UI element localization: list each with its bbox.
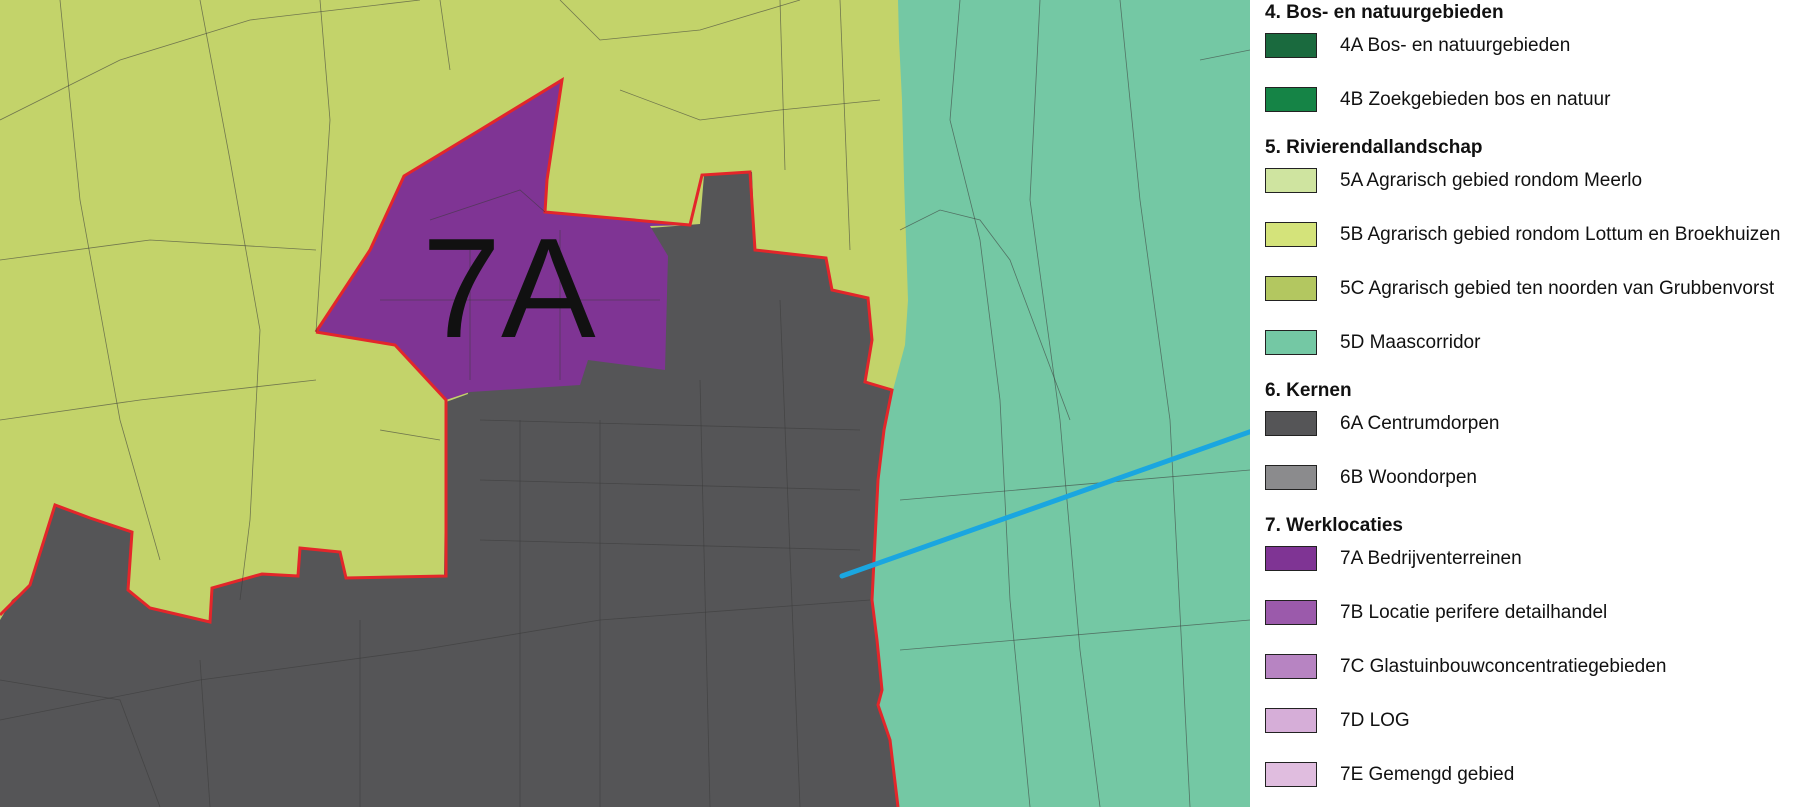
legend-label-7d: 7D LOG: [1340, 710, 1410, 731]
legend-swatch-4b: [1265, 87, 1317, 112]
legend-label-7c: 7C Glastuinbouwconcentratiegebieden: [1340, 656, 1667, 677]
legend-label-5c: 5C Agrarisch gebied ten noorden van Grub…: [1340, 278, 1775, 299]
legend-swatch-6b: [1265, 465, 1317, 490]
legend-swatch-5c: [1265, 276, 1317, 301]
legend-swatch-5b: [1265, 222, 1317, 247]
legend-label-4b: 4B Zoekgebieden bos en natuur: [1340, 89, 1611, 110]
legend-swatch-7e: [1265, 762, 1317, 787]
legend-label-5a: 5A Agrarisch gebied rondom Meerlo: [1340, 170, 1643, 191]
legend-label-7b: 7B Locatie perifere detailhandel: [1340, 602, 1608, 623]
legend-heading-4: 4. Bos- en natuurgebieden: [1265, 2, 1504, 23]
legend-heading-6: 6. Kernen: [1265, 380, 1352, 401]
legend-label-4a: 4A Bos- en natuurgebieden: [1340, 35, 1571, 56]
legend-panel: 4. Bos- en natuurgebieden 4A Bos- en nat…: [1250, 0, 1809, 807]
legend-swatch-5d: [1265, 330, 1317, 355]
legend-swatch-4a: [1265, 33, 1317, 58]
legend-swatch-7d: [1265, 708, 1317, 733]
zone-maascorridor: [872, 0, 1250, 807]
legend-label-7a: 7A Bedrijventerreinen: [1340, 548, 1522, 569]
legend-heading-7: 7. Werklocaties: [1265, 515, 1404, 536]
legend-label-5d: 5D Maascorridor: [1340, 332, 1481, 353]
zone-label-7a: 7A: [422, 209, 596, 368]
map-canvas: 7A: [0, 0, 1275, 808]
legend-label-6b: 6B Woondorpen: [1340, 467, 1477, 488]
legend-label-6a: 6A Centrumdorpen: [1340, 413, 1500, 434]
legend-label-7e: 7E Gemengd gebied: [1340, 764, 1515, 785]
legend-swatch-7c: [1265, 654, 1317, 679]
legend-label-5b: 5B Agrarisch gebied rondom Lottum en Bro…: [1340, 224, 1781, 245]
legend-swatch-6a: [1265, 411, 1317, 436]
legend-swatch-5a: [1265, 168, 1317, 193]
legend-heading-5: 5. Rivierendallandschap: [1265, 137, 1483, 158]
legend-swatch-7b: [1265, 600, 1317, 625]
legend-swatch-7a: [1265, 546, 1317, 571]
map-view[interactable]: 7A: [0, 0, 1275, 808]
